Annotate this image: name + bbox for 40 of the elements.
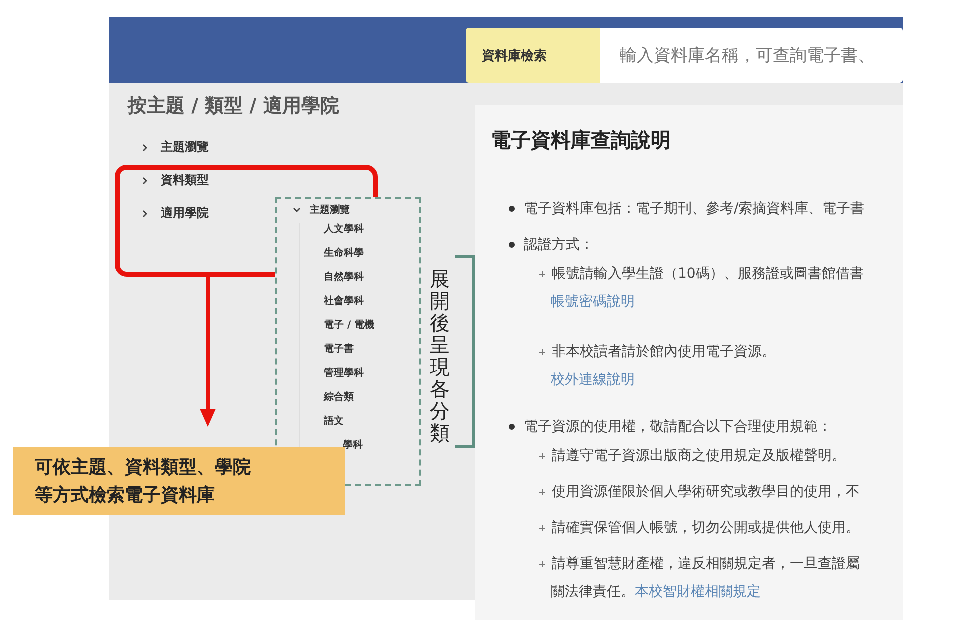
plus-icon — [539, 560, 546, 568]
bullet-icon — [509, 206, 515, 212]
bullet-icon — [509, 242, 515, 248]
search-label: 資料庫檢索 — [466, 28, 600, 83]
sidebar-title: 按主題 / 類型 / 適用學院 — [128, 94, 340, 119]
tree-item[interactable]: 主題瀏覽 — [310, 203, 350, 217]
content-title: 電子資料庫查詢說明 — [491, 127, 672, 154]
annotation-label: 展開後呈現各分類 — [430, 268, 450, 444]
tree-item[interactable]: 管理學科 — [324, 368, 364, 379]
tree-item[interactable]: 自然學科 — [324, 272, 364, 283]
bullet-text: 電子資料庫包括：電子期刊、參考/索摘資料庫、電子書 — [524, 200, 865, 218]
sidebar-item[interactable]: 適用學院 — [161, 205, 209, 222]
tree-item[interactable]: 語文 — [324, 416, 344, 427]
list-text: 請尊重智慧財產權，違反相關規定者，一旦查證屬 — [552, 555, 860, 573]
bullet-text: 認證方式： — [524, 236, 594, 254]
list-text: 請確實保管個人帳號，切勿公開或提供他人使用。 — [552, 519, 860, 537]
callout-text: 等方式檢索電子資料庫 — [35, 484, 216, 507]
sidebar-item[interactable]: 資料類型 — [161, 172, 209, 189]
list-text: 帳號請輸入學生證（10碼）、服務證或圖書館借書 — [552, 265, 864, 283]
plus-icon — [539, 270, 546, 278]
search-field[interactable]: 輸入資料庫名稱，可查詢電子書、 — [600, 28, 903, 83]
tree-item[interactable]: 綜合類 — [324, 392, 354, 403]
tree-item[interactable]: 人文學科 — [324, 224, 364, 235]
list-text: 請遵守電子資源出版商之使用規定及版權聲明。 — [552, 447, 846, 465]
plus-icon — [539, 348, 546, 356]
plus-icon — [539, 488, 546, 496]
bullet-icon — [509, 424, 515, 430]
tree-item[interactable]: 電子 / 電機 — [324, 320, 375, 331]
tree-item[interactable]: 生命科學 — [324, 248, 364, 259]
list-text: 使用資源僅限於個人學術研究或教學目的使用，不 — [552, 483, 860, 501]
tree-item[interactable]: 學科 — [343, 440, 363, 451]
tree-item[interactable]: 電子書 — [324, 344, 354, 355]
list-text: 關法律責任。本校智財權相關規定 — [551, 583, 761, 601]
sidebar-item[interactable]: 主題瀏覽 — [161, 139, 209, 156]
plus-icon — [539, 452, 546, 460]
callout-text: 可依主題、資料類型、學院 — [35, 456, 252, 479]
plus-icon — [539, 524, 546, 532]
bullet-text: 電子資源的使用權，敬請配合以下合理使用規範： — [524, 418, 832, 436]
list-text: 非本校讀者請於館內使用電子資源。 — [552, 343, 776, 361]
tree-item[interactable]: 社會學科 — [324, 296, 364, 307]
